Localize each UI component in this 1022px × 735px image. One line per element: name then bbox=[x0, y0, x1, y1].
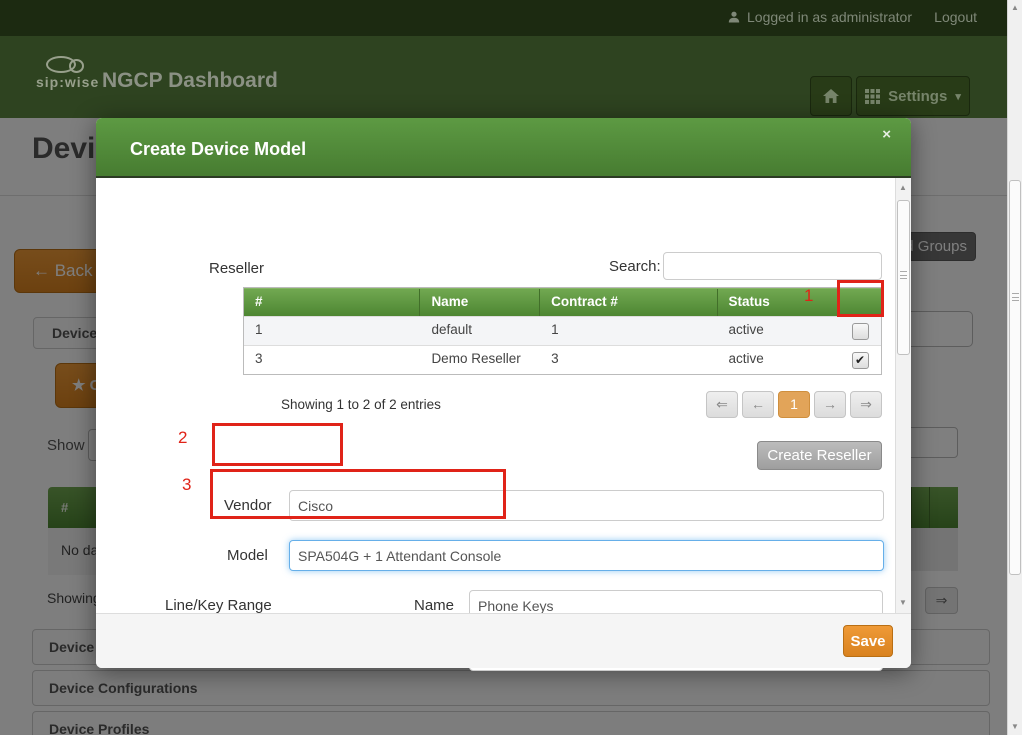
pagination-first-button[interactable]: ⇐ bbox=[706, 391, 738, 418]
cell-status: active bbox=[718, 317, 840, 345]
pagination-page-1-button[interactable]: 1 bbox=[778, 391, 810, 418]
page-scrollbar[interactable]: ▲ ▼ bbox=[1007, 0, 1022, 735]
brand-sipwise-text: sip:wise bbox=[36, 74, 99, 90]
col-header-select bbox=[839, 289, 881, 316]
col-header-id[interactable]: # bbox=[244, 289, 420, 316]
scroll-up-icon[interactable]: ▲ bbox=[1008, 0, 1022, 16]
scrollbar-grip bbox=[900, 271, 907, 279]
scroll-up-icon[interactable]: ▲ bbox=[896, 180, 910, 196]
linekey-range-label: Line/Key Range bbox=[165, 597, 272, 614]
model-input[interactable] bbox=[289, 540, 884, 571]
logout-link[interactable]: Logout bbox=[934, 9, 977, 25]
pagination: ⇐ ← 1 → ⇒ bbox=[706, 391, 882, 418]
page-scrollbar-thumb[interactable] bbox=[1009, 180, 1021, 575]
scroll-down-icon[interactable]: ▼ bbox=[1008, 719, 1022, 735]
screen: Logged in as administrator Logout sip:wi… bbox=[0, 0, 1022, 735]
cell-id: 1 bbox=[244, 317, 420, 345]
col-header-contract[interactable]: Contract # bbox=[540, 289, 717, 316]
col-header-name[interactable]: Name bbox=[420, 289, 540, 316]
navbar: sip:wise NGCP Dashboard Settings ▾ bbox=[0, 36, 1022, 118]
vendor-input[interactable] bbox=[289, 490, 884, 521]
search-input[interactable] bbox=[663, 252, 882, 280]
col-header-status[interactable]: Status bbox=[718, 289, 840, 316]
showing-entries-text: Showing 1 to 2 of 2 entries bbox=[281, 397, 441, 412]
sipwise-logo-icon-small bbox=[69, 59, 84, 73]
grid-icon bbox=[865, 89, 880, 104]
pagination-prev-button[interactable]: ← bbox=[742, 391, 774, 418]
reseller-checkbox-checked[interactable]: ✔ bbox=[852, 352, 869, 369]
linekey-name-label: Name bbox=[414, 597, 454, 614]
reseller-label: Reseller bbox=[209, 260, 264, 277]
cell-contract: 1 bbox=[540, 317, 717, 345]
pagination-last-button[interactable]: ⇒ bbox=[850, 391, 882, 418]
cell-status: active bbox=[718, 346, 840, 374]
create-device-model-modal: Create Device Model × Reseller Search: #… bbox=[96, 118, 911, 668]
caret-down-icon: ▾ bbox=[955, 90, 961, 103]
save-button[interactable]: Save bbox=[843, 625, 893, 657]
table-row[interactable]: 1 default 1 active bbox=[244, 316, 881, 345]
logged-in-label: Logged in as administrator bbox=[747, 9, 912, 25]
scrollbar-grip bbox=[1012, 293, 1019, 301]
pagination-next-button[interactable]: → bbox=[814, 391, 846, 418]
modal-title: Create Device Model bbox=[130, 139, 306, 160]
create-reseller-button[interactable]: Create Reseller bbox=[757, 441, 882, 470]
home-button[interactable] bbox=[810, 76, 852, 116]
settings-button[interactable]: Settings ▾ bbox=[856, 76, 970, 116]
cell-name: Demo Reseller bbox=[420, 346, 540, 374]
reseller-checkbox[interactable] bbox=[852, 323, 869, 340]
cell-name: default bbox=[420, 317, 540, 345]
model-label: Model bbox=[227, 547, 268, 564]
home-icon bbox=[823, 89, 839, 103]
reseller-table: # Name Contract # Status 1 default 1 act… bbox=[243, 287, 882, 375]
vendor-label: Vendor bbox=[224, 497, 272, 514]
cell-contract: 3 bbox=[540, 346, 717, 374]
user-icon bbox=[728, 11, 740, 23]
reseller-table-header: # Name Contract # Status bbox=[244, 288, 881, 316]
modal-header: Create Device Model × bbox=[96, 118, 911, 178]
top-bar: Logged in as administrator Logout bbox=[0, 0, 1022, 36]
close-icon[interactable]: × bbox=[882, 126, 891, 143]
modal-scrollbar[interactable]: ▲ ▼ bbox=[895, 178, 911, 613]
cell-id: 3 bbox=[244, 346, 420, 374]
modal-scrollbar-thumb[interactable] bbox=[897, 200, 910, 355]
modal-body: Reseller Search: # Name Contract # Statu… bbox=[96, 178, 911, 613]
scroll-down-icon[interactable]: ▼ bbox=[896, 595, 910, 611]
search-label: Search: bbox=[609, 258, 661, 275]
settings-label: Settings bbox=[888, 88, 947, 105]
modal-footer: Save bbox=[96, 613, 911, 668]
table-row[interactable]: 3 Demo Reseller 3 active ✔ bbox=[244, 345, 881, 374]
logged-in-user: Logged in as administrator bbox=[728, 9, 912, 25]
brand-title: NGCP Dashboard bbox=[102, 69, 278, 93]
